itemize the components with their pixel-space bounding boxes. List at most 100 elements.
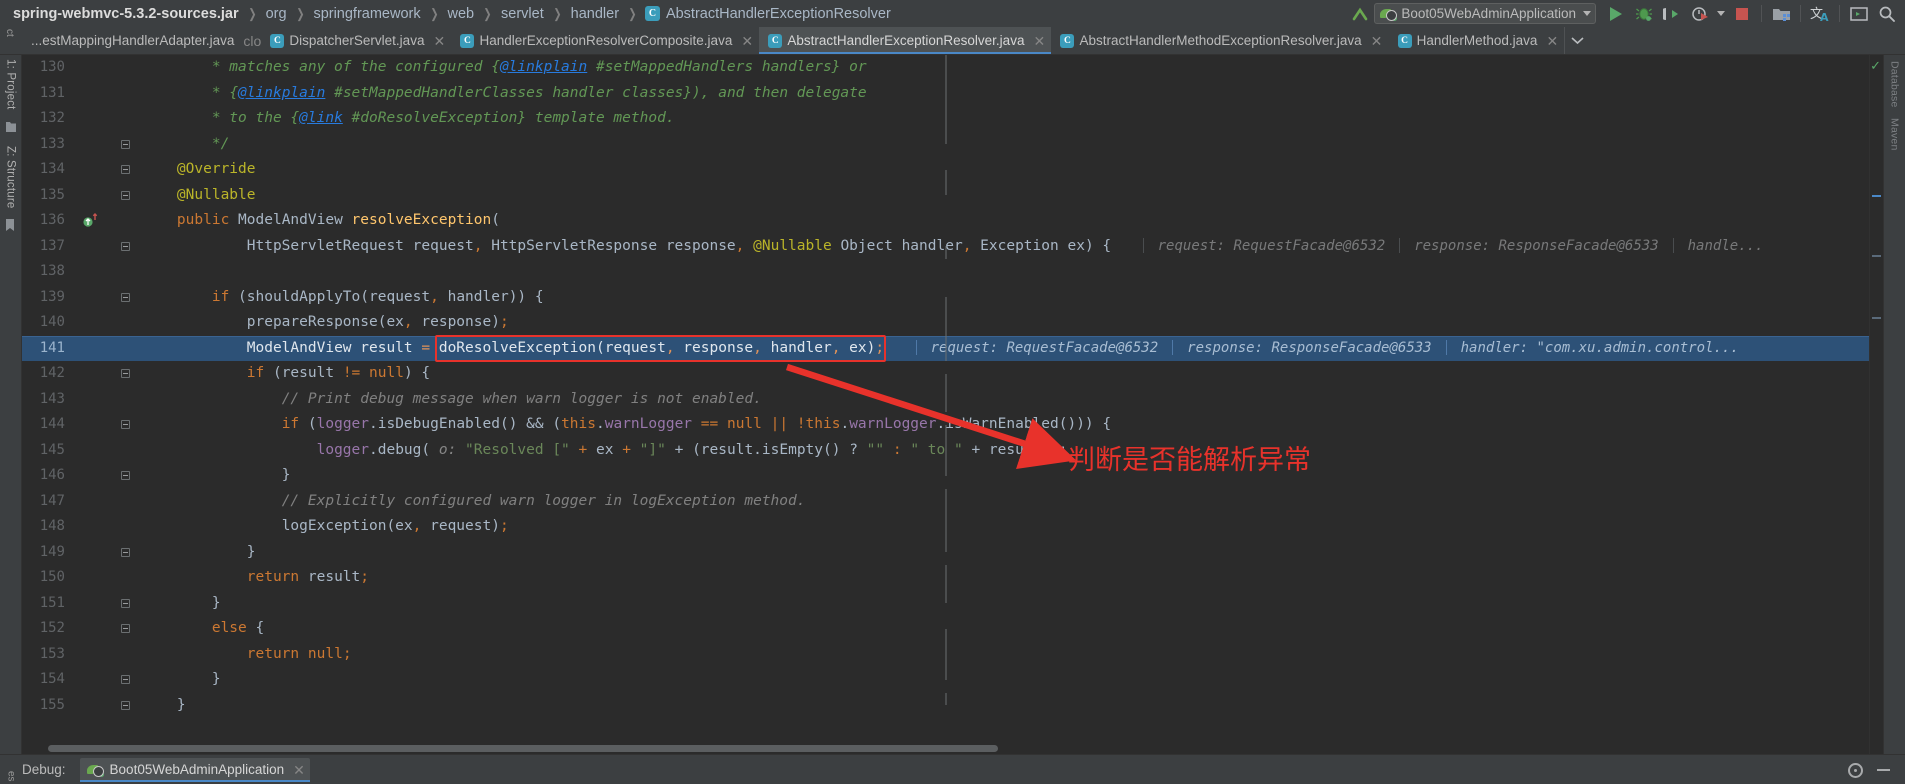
close-icon[interactable]: ✕ (1033, 34, 1045, 48)
debug-icon[interactable] (1630, 2, 1658, 26)
code-text[interactable]: prepareResponse(ex, response); (142, 310, 1869, 336)
run-configuration-selector[interactable]: Boot05WebAdminApplication (1374, 3, 1596, 24)
code-line[interactable]: 141 ModelAndView result = doResolveExcep… (22, 335, 1869, 362)
tab-handlermethod[interactable]: C HandlerMethod.java ✕ (1388, 27, 1565, 54)
code-line[interactable]: 138 (22, 259, 1869, 285)
translate-icon[interactable]: 文 A (1806, 2, 1834, 26)
code-text[interactable]: @Nullable (142, 183, 1869, 209)
breadcrumb-item-org[interactable]: org (265, 6, 288, 22)
code-line[interactable]: 140 prepareResponse(ex, response); (22, 310, 1869, 336)
code-line[interactable]: 154 } (22, 667, 1869, 693)
code-line[interactable]: 136 public ModelAndView resolveException… (22, 208, 1869, 234)
project-structure-icon[interactable] (1767, 2, 1795, 26)
sidebar-item-project[interactable]: 1: Project (5, 59, 17, 110)
code-text[interactable]: return result; (142, 565, 1869, 591)
sidebar-item-database[interactable]: Database (1889, 61, 1901, 108)
chevron-down-icon[interactable] (1564, 27, 1590, 54)
code-line[interactable]: 133 */ (22, 131, 1869, 158)
code-line[interactable]: 131 * {@linkplain #setMappedHandlerClass… (22, 80, 1869, 107)
gear-icon[interactable] (1841, 758, 1869, 782)
breadcrumb-item-springframework[interactable]: springframework (312, 6, 421, 22)
code-text[interactable]: } (142, 693, 1869, 719)
code-line[interactable]: 150 return result; (22, 565, 1869, 591)
code-line[interactable]: 143 // Print debug message when warn log… (22, 386, 1869, 413)
profiler-icon[interactable] (1686, 2, 1714, 26)
profiler-dropdown-icon[interactable] (1714, 2, 1728, 26)
source-code[interactable]: 130 * matches any of the configured {@li… (22, 55, 1869, 718)
breadcrumb-item-servlet[interactable]: servlet (500, 6, 545, 22)
favorites-icon[interactable] (4, 120, 18, 134)
code-folding-marker[interactable] (108, 667, 946, 685)
code-text[interactable]: if (logger.isDebugEnabled() && (this.war… (142, 412, 1869, 438)
horizontal-scrollbar[interactable] (22, 743, 1869, 754)
code-text[interactable]: HttpServletRequest request, HttpServletR… (142, 234, 1869, 260)
code-text[interactable]: return null; (142, 642, 1869, 668)
code-folding-marker[interactable] (108, 292, 946, 310)
code-line[interactable]: 135 @Nullable (22, 182, 1869, 209)
sidebar-item-structure[interactable]: Z: Structure (5, 146, 17, 208)
sidebar-item-maven[interactable]: Maven (1889, 118, 1901, 151)
code-text[interactable]: // Print debug message when warn logger … (142, 387, 1869, 413)
code-line[interactable]: 147 // Explicitly configured warn logger… (22, 488, 1869, 515)
code-text[interactable]: * {@linkplain #setMappedHandlerClasses h… (142, 81, 1869, 107)
tab-dispatcherservlet[interactable]: C DispatcherServlet.java ✕ (261, 27, 452, 54)
run-icon[interactable] (1602, 2, 1630, 26)
stop-icon[interactable] (1728, 2, 1756, 26)
code-line[interactable]: 149 } (22, 539, 1869, 566)
code-line[interactable]: 151 } (22, 590, 1869, 617)
breadcrumb-root[interactable]: spring-webmvc-5.3.2-sources.jar (12, 6, 240, 22)
code-text[interactable]: logException(ex, request); (142, 514, 1869, 540)
code-line[interactable]: 148 logException(ex, request); (22, 514, 1869, 540)
close-icon[interactable]: ✕ (293, 763, 305, 777)
editor-viewport[interactable]: 130 * matches any of the configured {@li… (22, 55, 1869, 743)
code-text[interactable]: } (142, 540, 1869, 566)
code-text[interactable]: * to the {@link #doResolveException} tem… (142, 106, 1869, 132)
code-text[interactable]: public ModelAndView resolveException( (142, 208, 1869, 234)
code-folding-marker[interactable] (108, 182, 946, 200)
code-line[interactable]: 144 if (logger.isDebugEnabled() && (this… (22, 412, 1869, 438)
inspection-ok-icon[interactable]: ✓ (1870, 59, 1881, 72)
tab-requestmappinghandleradapter[interactable]: ...estMappingHandlerAdapter.java close-i… (22, 27, 306, 54)
code-folding-marker[interactable] (108, 165, 946, 183)
code-text[interactable]: logger.debug( o: "Resolved [" + ex + "]"… (142, 438, 1869, 464)
close-icon[interactable]: close-icon (243, 34, 306, 48)
code-line[interactable]: 137 HttpServletRequest request, HttpServ… (22, 234, 1869, 260)
close-icon[interactable]: ✕ (1546, 34, 1558, 48)
code-folding-marker[interactable] (108, 369, 946, 387)
code-text[interactable]: } (142, 463, 1869, 489)
code-folding-marker[interactable] (108, 624, 946, 642)
code-text[interactable]: // Explicitly configured warn logger in … (142, 489, 1869, 515)
code-line[interactable]: 134 @Override (22, 157, 1869, 183)
terminal-icon[interactable] (1845, 2, 1873, 26)
run-coverage-icon[interactable] (1658, 2, 1686, 26)
close-icon[interactable]: ✕ (1371, 34, 1383, 48)
close-icon[interactable]: ✕ (741, 34, 753, 48)
debug-session-tab[interactable]: Boot05WebAdminApplication ✕ (79, 757, 311, 782)
code-line[interactable]: 146 } (22, 463, 1869, 489)
bookmarks-icon[interactable] (4, 218, 18, 232)
code-folding-marker[interactable] (108, 131, 946, 149)
code-line[interactable]: 142 if (result != null) { (22, 361, 1869, 387)
code-text[interactable]: else { (142, 616, 1869, 642)
close-icon[interactable]: ✕ (433, 34, 445, 48)
minimize-icon[interactable] (1869, 758, 1897, 782)
error-stripe-marker-bar[interactable]: ✓ (1869, 55, 1883, 754)
breadcrumb-item-class[interactable]: AbstractHandlerExceptionResolver (665, 6, 892, 22)
tab-handlerexceptionresolvercomposite[interactable]: C HandlerExceptionResolverComposite.java… (451, 27, 760, 54)
code-text[interactable]: ModelAndView result = doResolveException… (142, 336, 1869, 362)
code-line[interactable]: 130 * matches any of the configured {@li… (22, 55, 1869, 81)
code-line[interactable]: 139 if (shouldApplyTo(request, handler))… (22, 285, 1869, 311)
override-method-icon[interactable] (74, 213, 108, 228)
search-icon[interactable] (1873, 2, 1901, 26)
scrollbar-thumb[interactable] (48, 745, 998, 752)
code-line[interactable]: 155 } (22, 692, 1869, 719)
arrow-up-icon[interactable] (1346, 2, 1374, 26)
code-folding-marker[interactable] (108, 692, 946, 710)
code-text[interactable]: if (shouldApplyTo(request, handler)) { (142, 285, 1869, 311)
code-text[interactable]: } (142, 667, 1869, 693)
breadcrumb-item-web[interactable]: web (447, 6, 476, 22)
code-line[interactable]: 132 * to the {@link #doResolveException}… (22, 106, 1869, 132)
code-line[interactable]: 145 logger.debug( o: "Resolved [" + ex +… (22, 437, 1869, 464)
code-text[interactable]: */ (142, 132, 1869, 158)
code-text[interactable]: if (result != null) { (142, 361, 1869, 387)
